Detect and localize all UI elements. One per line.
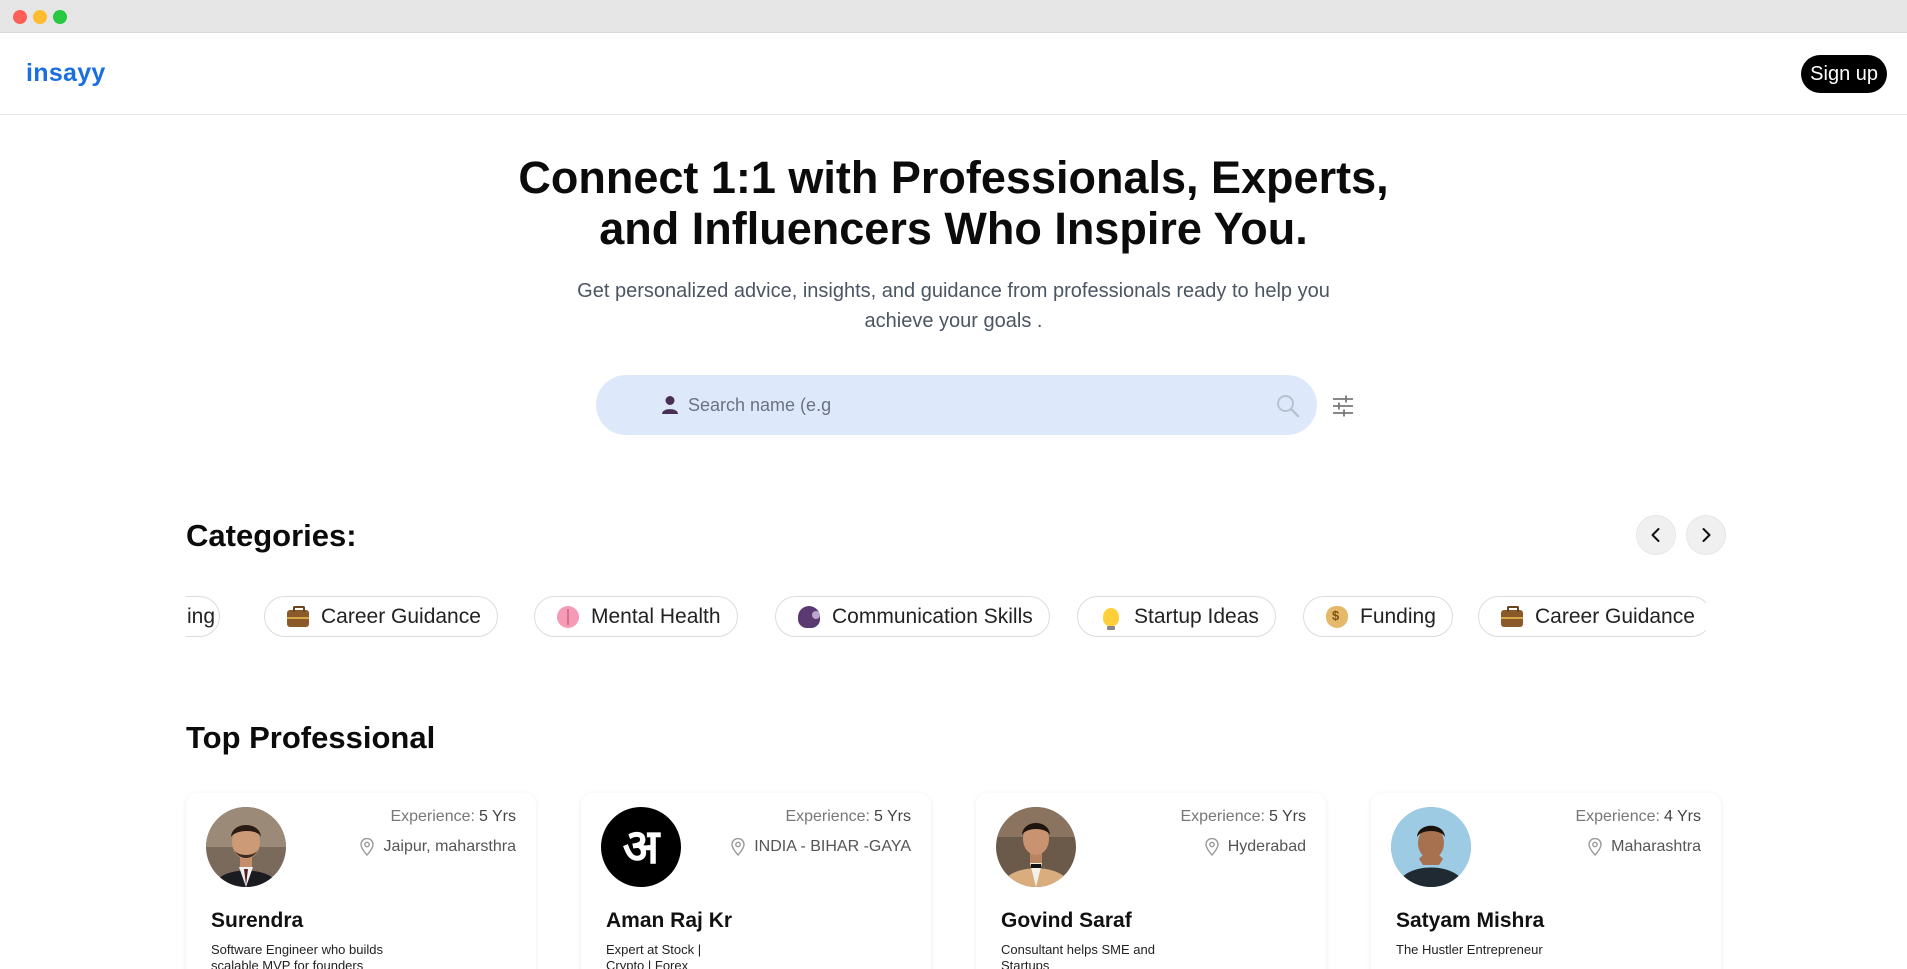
close-window-button[interactable] [13, 10, 27, 24]
search-bar[interactable] [596, 375, 1317, 435]
professional-name: Surendra [211, 909, 304, 932]
category-chip-communication-skills[interactable]: Communication Skills [775, 596, 1050, 637]
chevron-left-icon [1651, 528, 1660, 542]
experience: Experience: 5 Yrs [785, 808, 911, 826]
briefcase-icon [1501, 606, 1523, 627]
location-text: Hyderabad [1227, 838, 1306, 855]
hero-title-line-1: Connect 1:1 with Professionals, Experts, [518, 152, 1389, 203]
categories-heading: Categories: [186, 518, 357, 553]
lightbulb-icon [1103, 607, 1119, 630]
avatar-glyph: अ [622, 819, 660, 875]
category-chip-label: Mental Health [591, 604, 721, 628]
map-pin-icon [731, 838, 745, 856]
signup-button[interactable]: Sign up [1801, 55, 1887, 93]
hero-subtitle-line-2: achieve your goals . [864, 310, 1043, 332]
category-chip-label: ing [187, 604, 216, 628]
professional-card[interactable]: Experience: 4 Yrs Maharashtra Satyam Mish… [1371, 793, 1721, 969]
search-input[interactable] [688, 385, 1248, 425]
location: INDIA - BIHAR -GAYA [730, 838, 911, 856]
hero-title-line-2: and Influencers Who Inspire You. [599, 203, 1308, 254]
experience: Experience: 5 Yrs [390, 808, 516, 826]
location-text: Jaipur, maharsthra [383, 838, 516, 855]
category-carousel[interactable]: ing Career Guidance Mental Health Commun… [186, 596, 1706, 638]
professional-bio: Consultant helps SME and Startups [1001, 942, 1155, 969]
experience-label: Experience: [785, 808, 870, 825]
minimize-window-button[interactable] [33, 10, 47, 24]
sliders-icon[interactable] [1330, 393, 1356, 419]
category-chip-funding[interactable]: Funding [1303, 596, 1453, 637]
location-text: Maharashtra [1611, 838, 1701, 855]
maximize-window-button[interactable] [53, 10, 67, 24]
map-pin-icon [360, 838, 375, 856]
experience-value: 5 Yrs [478, 808, 516, 825]
hero-subtitle-line-1: Get personalized advice, insights, and g… [577, 280, 1330, 302]
experience: Experience: 5 Yrs [1180, 808, 1306, 826]
hero-subtitle: Get personalized advice, insights, and g… [0, 276, 1907, 336]
avatar: अ [601, 807, 681, 887]
speaking-head-icon [798, 605, 820, 628]
experience-label: Experience: [1575, 808, 1660, 825]
map-pin-icon [1588, 838, 1602, 856]
category-chip-career-guidance[interactable]: Career Guidance [264, 596, 498, 637]
category-chip-label: Funding [1360, 604, 1436, 628]
professional-name: Aman Raj Kr [606, 909, 733, 932]
avatar [996, 807, 1076, 887]
professional-card[interactable]: Experience: 5 Yrs Hyderabad Govind Saraf … [976, 793, 1326, 969]
hero-title: Connect 1:1 with Professionals, Experts,… [0, 152, 1907, 254]
brain-icon [557, 605, 579, 628]
experience-value: 5 Yrs [873, 808, 911, 825]
experience: Experience: 4 Yrs [1575, 808, 1701, 826]
location: Jaipur, maharsthra [359, 838, 516, 856]
category-chip-label: Career Guidance [1535, 604, 1695, 628]
professional-bio: Expert at Stock | Crypto | Forex [606, 942, 702, 969]
avatar [206, 807, 286, 887]
experience-value: 5 Yrs [1268, 808, 1306, 825]
experience-label: Experience: [1180, 808, 1265, 825]
avatar [1391, 807, 1471, 887]
money-bag-icon [1326, 605, 1348, 628]
briefcase-icon [287, 606, 309, 627]
category-chip-label: Startup Ideas [1134, 604, 1259, 628]
professional-card[interactable]: अ Experience: 5 Yrs INDIA - BIHAR -GAYA A… [581, 793, 931, 969]
category-chip-startup-ideas[interactable]: Startup Ideas [1077, 596, 1276, 637]
category-chip-career-guidance-2[interactable]: Career Guidance [1478, 596, 1706, 637]
category-chip-label: Career Guidance [321, 604, 481, 628]
category-chip-partial[interactable]: ing [186, 596, 220, 637]
top-navbar: insayy Sign up [0, 33, 1907, 115]
category-chip-label: Communication Skills [832, 604, 1033, 628]
location-text: INDIA - BIHAR -GAYA [754, 838, 911, 855]
professional-card[interactable]: Experience: 5 Yrs Jaipur, maharsthra Sure… [186, 793, 536, 969]
experience-value: 4 Yrs [1663, 808, 1701, 825]
professional-name: Govind Saraf [1001, 909, 1132, 932]
chevron-right-icon [1702, 528, 1711, 542]
map-pin-icon [1205, 838, 1219, 856]
search-icon[interactable] [1275, 393, 1301, 419]
experience-label: Experience: [390, 808, 475, 825]
person-icon [662, 396, 678, 414]
categories-prev-button[interactable] [1636, 515, 1676, 555]
categories-next-button[interactable] [1686, 515, 1726, 555]
professional-name: Satyam Mishra [1396, 909, 1545, 932]
brand-logo[interactable]: insayy [26, 59, 106, 88]
top-professional-heading: Top Professional [186, 720, 436, 755]
professional-bio: The Hustler Entrepreneur [1396, 942, 1543, 957]
location: Maharashtra [1587, 838, 1701, 856]
category-chip-mental-health[interactable]: Mental Health [534, 596, 738, 637]
location: Hyderabad [1204, 838, 1306, 856]
professional-bio: Software Engineer who builds scalable MV… [211, 942, 383, 969]
window-titlebar [0, 0, 1907, 33]
